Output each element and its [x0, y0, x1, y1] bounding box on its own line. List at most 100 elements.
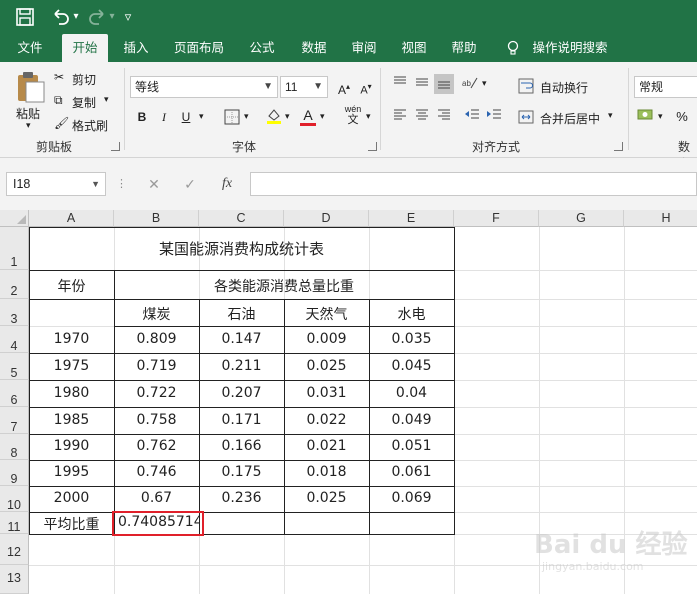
year-header[interactable]: 年份 — [29, 276, 114, 296]
fill-color-dropdown-icon[interactable]: ▾ — [285, 111, 290, 122]
row-header-3[interactable]: 3 — [0, 299, 29, 326]
tab-data[interactable]: 数据 — [292, 34, 336, 62]
paste-dropdown-icon[interactable]: ▾ — [26, 120, 31, 131]
cell-gas[interactable]: 0.025 — [284, 490, 369, 506]
wrap-text-button[interactable]: 自动换行 — [540, 79, 588, 96]
row-header-1[interactable]: 1 — [0, 227, 29, 270]
row-header-11[interactable]: 11 — [0, 512, 29, 534]
insert-function-icon[interactable]: fx — [216, 172, 238, 196]
row-header-12[interactable]: 12 — [0, 534, 29, 565]
cell-year[interactable]: 1995 — [29, 464, 114, 480]
row-header-2[interactable]: 2 — [0, 270, 29, 299]
phonetic-dropdown-icon[interactable]: ▾ — [366, 111, 371, 122]
align-top-icon[interactable] — [390, 74, 410, 94]
tab-insert[interactable]: 插入 — [114, 34, 158, 62]
column-header-e[interactable]: E — [369, 210, 454, 227]
table-title[interactable]: 某国能源消费构成统计表 — [29, 238, 454, 259]
orientation-dropdown-icon[interactable]: ▾ — [482, 78, 487, 89]
tab-home[interactable]: 开始 — [62, 34, 108, 62]
wrap-text-icon[interactable] — [518, 78, 534, 97]
borders-icon[interactable] — [222, 107, 242, 127]
accounting-format-icon[interactable] — [636, 107, 656, 127]
cell-coal[interactable]: 0.722 — [114, 385, 199, 401]
cell-year[interactable]: 1970 — [29, 331, 114, 347]
align-center-icon[interactable] — [412, 106, 432, 126]
percent-style-button[interactable]: % — [672, 107, 692, 127]
column-header-f[interactable]: F — [454, 210, 539, 227]
splitter-handle[interactable]: ⋮ — [116, 172, 127, 196]
subheader-gas[interactable]: 天然气 — [284, 304, 369, 324]
italic-button[interactable]: I — [154, 107, 174, 127]
font-name-select[interactable]: 等线 ▼ — [130, 76, 278, 98]
orientation-icon[interactable]: ab — [460, 74, 480, 94]
cell-oil[interactable]: 0.166 — [199, 438, 284, 454]
align-bottom-icon[interactable] — [434, 74, 454, 94]
paste-icon[interactable] — [14, 70, 46, 104]
accounting-dropdown-icon[interactable]: ▾ — [658, 111, 663, 122]
clipboard-launcher-icon[interactable] — [111, 142, 120, 151]
cell-year[interactable]: 1990 — [29, 438, 114, 454]
copy-button[interactable]: 复制 — [72, 94, 96, 111]
cell-year[interactable]: 2000 — [29, 490, 114, 506]
tab-page-layout[interactable]: 页面布局 — [168, 34, 230, 62]
lightbulb-icon[interactable] — [504, 34, 522, 62]
increase-indent-icon[interactable] — [484, 106, 504, 126]
number-format-select[interactable]: 常规 — [634, 76, 697, 98]
phonetic-guide-icon[interactable]: wén 文 — [342, 104, 364, 130]
cut-button[interactable]: 剪切 — [72, 71, 96, 88]
cell-hydro[interactable]: 0.051 — [369, 438, 454, 454]
column-header-d[interactable]: D — [284, 210, 369, 227]
row-header-8[interactable]: 8 — [0, 434, 29, 460]
tab-formulas[interactable]: 公式 — [240, 34, 284, 62]
comma-style-button[interactable]: 9 — [690, 107, 697, 127]
cell-coal[interactable]: 0.762 — [114, 438, 199, 454]
cell-hydro[interactable]: 0.061 — [369, 464, 454, 480]
cell-hydro[interactable]: 0.04 — [369, 385, 454, 401]
cell-coal[interactable]: 0.719 — [114, 358, 199, 374]
font-size-select[interactable]: 11 ▼ — [280, 76, 328, 98]
tab-help[interactable]: 帮助 — [442, 34, 486, 62]
cell-oil[interactable]: 0.147 — [199, 331, 284, 347]
customize-quick-access-icon[interactable]: ▿ — [120, 6, 136, 28]
column-header-h[interactable]: H — [624, 210, 697, 227]
row-header-5[interactable]: 5 — [0, 353, 29, 380]
row-header-4[interactable]: 4 — [0, 326, 29, 353]
underline-button[interactable]: U — [176, 107, 196, 127]
cell-coal[interactable]: 0.809 — [114, 331, 199, 347]
decrease-indent-icon[interactable] — [462, 106, 482, 126]
column-header-a[interactable]: A — [29, 210, 114, 227]
decrease-font-size-icon[interactable]: A▾ — [356, 77, 376, 97]
format-painter-button[interactable]: 格式刷 — [72, 117, 108, 134]
font-launcher-icon[interactable] — [368, 142, 377, 151]
subheader-coal[interactable]: 煤炭 — [114, 304, 199, 324]
alignment-launcher-icon[interactable] — [614, 142, 623, 151]
cell-hydro[interactable]: 0.045 — [369, 358, 454, 374]
subheader-hydro[interactable]: 水电 — [369, 304, 454, 324]
format-painter-icon[interactable]: 🖌 — [54, 116, 69, 130]
select-all-corner[interactable] — [0, 210, 29, 227]
tell-me-search[interactable]: 操作说明搜索 — [528, 34, 612, 62]
row-header-7[interactable]: 7 — [0, 407, 29, 434]
cell-gas[interactable]: 0.009 — [284, 331, 369, 347]
increase-font-size-icon[interactable]: A▴ — [334, 77, 354, 97]
tab-view[interactable]: 视图 — [392, 34, 436, 62]
redo-icon[interactable] — [86, 6, 108, 28]
cell-coal[interactable]: 0.67 — [114, 490, 199, 506]
row-header-13[interactable]: 13 — [0, 565, 29, 594]
bold-button[interactable]: B — [132, 107, 152, 127]
font-color-icon[interactable]: A — [298, 105, 318, 126]
align-left-icon[interactable] — [390, 106, 410, 126]
merge-center-icon[interactable] — [518, 109, 534, 128]
cell-gas[interactable]: 0.018 — [284, 464, 369, 480]
tab-file[interactable]: 文件 — [8, 34, 52, 62]
chevron-down-icon[interactable]: ▼ — [91, 173, 100, 195]
column-header-c[interactable]: C — [199, 210, 284, 227]
row-header-6[interactable]: 6 — [0, 380, 29, 407]
cell-year[interactable]: 1980 — [29, 385, 114, 401]
tab-review[interactable]: 审阅 — [342, 34, 386, 62]
column-header-g[interactable]: G — [539, 210, 624, 227]
cell-oil[interactable]: 0.236 — [199, 490, 284, 506]
formula-input[interactable] — [250, 172, 697, 196]
cell-gas[interactable]: 0.031 — [284, 385, 369, 401]
cell-gas[interactable]: 0.025 — [284, 358, 369, 374]
